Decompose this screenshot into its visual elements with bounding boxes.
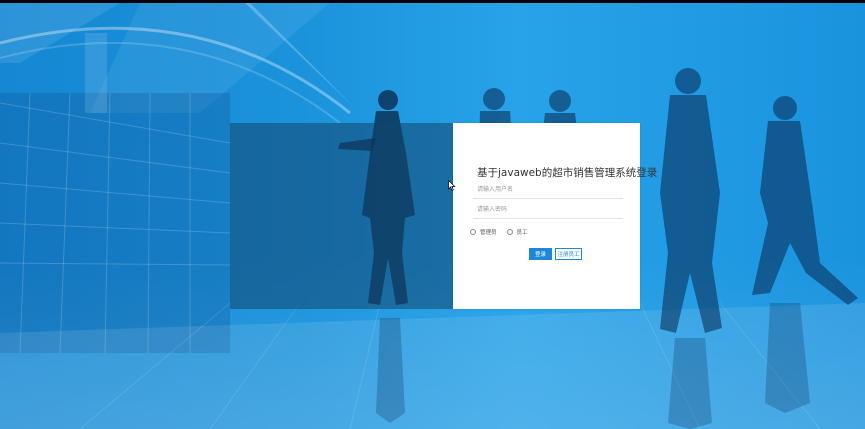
employee-radio-label: 员工 (516, 230, 528, 236)
mouse-cursor-icon (448, 180, 456, 191)
dark-overlay-panel (230, 123, 453, 309)
role-option-employee[interactable]: 员工 (506, 228, 528, 236)
login-title: 基于javaweb的超市销售管理系统登录 (477, 167, 658, 179)
role-option-admin[interactable]: 管理员 (470, 228, 497, 236)
login-card: 基于javaweb的超市销售管理系统登录 管理员 员工 登录 注册员工 (453, 123, 658, 309)
employee-radio[interactable] (506, 229, 513, 235)
password-input[interactable] (473, 201, 623, 219)
admin-radio-label: 管理员 (480, 230, 497, 236)
admin-radio[interactable] (470, 229, 476, 235)
register-employee-button[interactable]: 注册员工 (555, 248, 582, 260)
login-button[interactable]: 登录 (529, 248, 552, 260)
username-input[interactable] (473, 181, 623, 199)
role-selector: 管理员 员工 (470, 226, 538, 238)
